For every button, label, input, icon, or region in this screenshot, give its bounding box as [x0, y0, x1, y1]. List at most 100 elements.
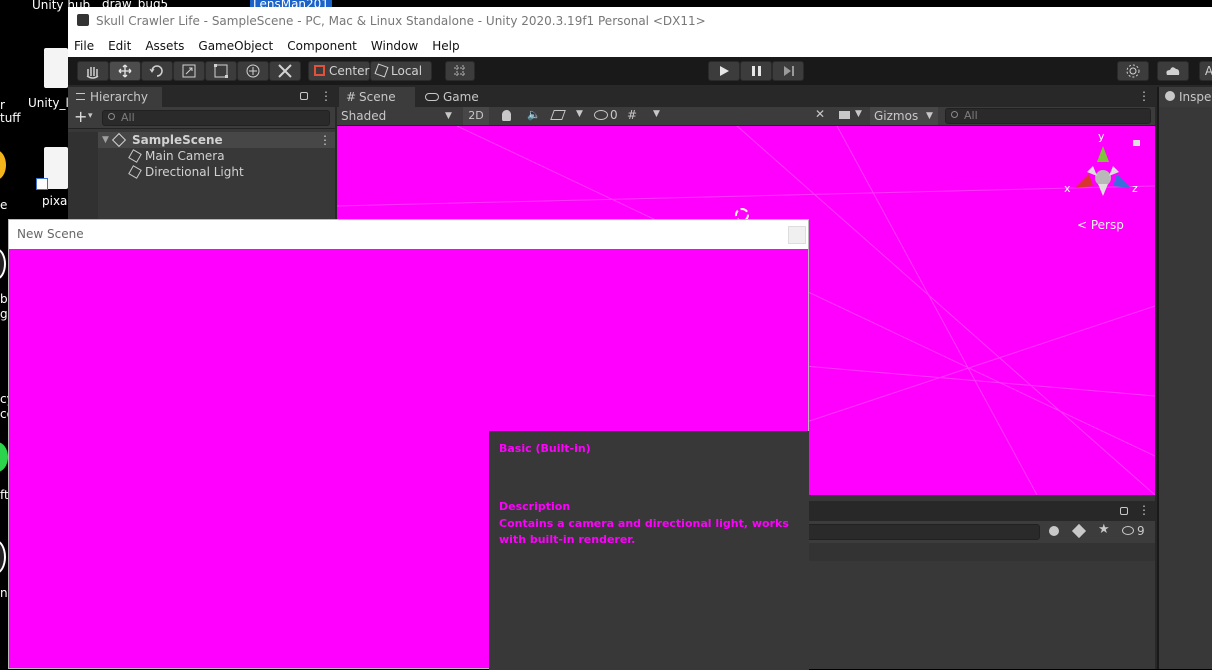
scene-tab-label: Scene: [359, 90, 396, 104]
unity-scene-icon: [111, 132, 127, 148]
project-toolbar: ★ 9: [806, 521, 1155, 543]
desktop-icon-label[interactable]: pixa: [42, 194, 67, 208]
camera-icon[interactable]: [839, 111, 850, 119]
chevron-down-icon[interactable]: ▾: [88, 111, 93, 121]
hierarchy-toolbar: + ▾ All: [68, 107, 335, 129]
shading-mode-dropdown[interactable]: Shaded ▼: [341, 108, 459, 124]
menu-gameobject[interactable]: GameObject: [198, 39, 273, 53]
kebab-menu-icon[interactable]: ⋮: [320, 89, 332, 103]
chevron-down-icon[interactable]: ▼: [855, 109, 862, 119]
menu-component[interactable]: Component: [287, 39, 357, 53]
pivot-center-label: Center: [329, 64, 370, 78]
cloud-icon: [1166, 67, 1180, 75]
effects-icon[interactable]: [550, 110, 566, 120]
inspector-panel: Inspe: [1157, 87, 1212, 669]
step-button[interactable]: [772, 61, 804, 81]
account-button[interactable]: A: [1199, 61, 1212, 81]
rect-transform-icon: [214, 64, 228, 78]
new-scene-titlebar[interactable]: New Scene: [9, 220, 808, 249]
app-shortcut-icon[interactable]: [0, 442, 8, 472]
game-tab-label: Game: [443, 90, 479, 104]
pivot-local-label: Local: [391, 64, 423, 78]
expand-arrow-icon[interactable]: ▼: [102, 132, 109, 148]
kebab-menu-icon[interactable]: ⋮: [1138, 89, 1150, 103]
create-add-button[interactable]: +: [74, 107, 87, 127]
perspective-label[interactable]: < Persp: [1077, 218, 1124, 232]
play-button[interactable]: [708, 61, 740, 81]
tools-icon[interactable]: ✕: [815, 107, 825, 121]
project-search-input[interactable]: [806, 524, 1040, 540]
services-button[interactable]: [1117, 61, 1149, 81]
custom-tools-button[interactable]: [269, 61, 301, 81]
desktop-icon-label[interactable]: Unity_li: [28, 96, 72, 110]
scale-tool-button[interactable]: [173, 61, 205, 81]
window-titlebar[interactable]: Skull Crawler Life - SampleScene - PC, M…: [68, 7, 1212, 35]
hierarchy-tab-label: Hierarchy: [90, 90, 149, 104]
axis-y-label: y: [1098, 130, 1105, 143]
orientation-gizmo[interactable]: [1063, 134, 1143, 214]
move-tool-button[interactable]: [109, 61, 141, 81]
template-title: Basic (Built-in): [499, 442, 591, 455]
desktop-icon-label[interactable]: r: [0, 98, 5, 112]
hash-icon: #: [346, 90, 357, 104]
hidden-packages-icon[interactable]: [1122, 526, 1134, 535]
filter-by-type-icon[interactable]: [1049, 526, 1059, 536]
chevron-down-icon: ▼: [926, 111, 933, 121]
info-icon: [1165, 91, 1175, 101]
axis-z-label: z: [1132, 182, 1138, 195]
chevron-down-icon[interactable]: ▼: [653, 109, 660, 119]
pause-button[interactable]: [740, 61, 772, 81]
tab-game[interactable]: Game: [419, 87, 485, 107]
transform-tool-button[interactable]: [237, 61, 269, 81]
desktop-icon-label[interactable]: e: [0, 198, 7, 212]
rect-tool-button[interactable]: [205, 61, 237, 81]
menu-bar: File Edit Assets GameObject Component Wi…: [68, 35, 1212, 57]
menu-window[interactable]: Window: [371, 39, 418, 53]
tab-inspector[interactable]: Inspe: [1159, 87, 1212, 107]
menu-help[interactable]: Help: [432, 39, 459, 53]
audio-icon[interactable]: 🔈: [527, 108, 541, 121]
tab-scene[interactable]: # Scene: [339, 87, 415, 107]
hand-tool-button[interactable]: [77, 61, 109, 81]
tree-scene-row[interactable]: ▼ SampleScene ⋮: [68, 132, 335, 148]
app-shortcut-icon[interactable]: [0, 248, 6, 280]
scene-visibility-icon[interactable]: [594, 110, 608, 120]
tab-hierarchy[interactable]: Hierarchy: [68, 87, 162, 107]
grid-icon[interactable]: #: [627, 108, 637, 122]
hierarchy-search-input[interactable]: All: [102, 110, 330, 126]
menu-file[interactable]: File: [74, 39, 94, 53]
search-icon: [108, 113, 115, 120]
pivot-local-button[interactable]: Local: [370, 61, 432, 81]
tree-item-label: Main Camera: [145, 149, 225, 163]
pivot-center-button[interactable]: Center: [308, 61, 370, 81]
mode-2d-toggle[interactable]: 2D: [463, 107, 489, 125]
account-label: A: [1204, 64, 1212, 78]
gizmo-lock-icon[interactable]: [1133, 140, 1140, 146]
rotate-tool-button[interactable]: [141, 61, 173, 81]
menu-edit[interactable]: Edit: [108, 39, 131, 53]
pivot-icon: [314, 65, 325, 76]
unity-lib-file-icon[interactable]: [44, 48, 68, 88]
lightbulb-icon[interactable]: [502, 110, 511, 121]
scene-search-input[interactable]: All: [945, 108, 1151, 124]
lock-icon[interactable]: [300, 92, 308, 100]
star-icon[interactable]: ★: [1098, 522, 1110, 537]
app-shortcut-icon[interactable]: [0, 150, 6, 180]
lock-icon[interactable]: [1120, 507, 1128, 515]
kebab-menu-icon[interactable]: ⋮: [1138, 503, 1150, 517]
new-scene-dialog: New Scene Basic (Built-in) Description C…: [8, 219, 809, 670]
hidden-count: 0: [610, 108, 618, 122]
gameobject-cube-icon: [128, 165, 142, 179]
cloud-button[interactable]: [1157, 61, 1189, 81]
gizmos-dropdown[interactable]: Gizmos ▼: [870, 107, 938, 125]
chevron-down-icon[interactable]: ▼: [576, 109, 583, 119]
grid-snap-button[interactable]: [445, 61, 475, 81]
hidden-packages-count: 9: [1137, 524, 1145, 538]
menu-assets[interactable]: Assets: [145, 39, 184, 53]
tag-icon[interactable]: [1071, 523, 1087, 539]
app-shortcut-icon[interactable]: [0, 540, 6, 574]
close-button[interactable]: [788, 226, 806, 244]
project-tab-strip: [806, 501, 1155, 521]
desktop-icon-label[interactable]: tuff: [0, 111, 21, 125]
kebab-menu-icon[interactable]: ⋮: [319, 132, 331, 148]
